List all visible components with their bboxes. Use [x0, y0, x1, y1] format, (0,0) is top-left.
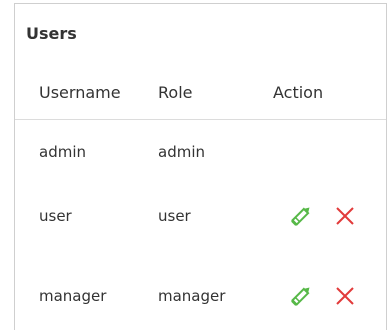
panel-title: Users [26, 24, 77, 43]
role-cell: admin [158, 143, 205, 161]
column-header-action: Action [273, 83, 324, 102]
column-header-role: Role [158, 83, 193, 102]
column-header-username: Username [39, 83, 121, 102]
delete-icon[interactable] [333, 204, 357, 228]
delete-icon[interactable] [333, 284, 357, 308]
username-cell: admin [39, 143, 86, 161]
edit-icon[interactable] [288, 283, 314, 309]
role-cell: user [158, 207, 191, 225]
header-divider [15, 119, 386, 120]
username-cell: manager [39, 287, 107, 305]
users-panel: Users Username Role Action admin admin u… [14, 3, 387, 330]
username-cell: user [39, 207, 72, 225]
edit-icon[interactable] [288, 203, 314, 229]
role-cell: manager [158, 287, 226, 305]
